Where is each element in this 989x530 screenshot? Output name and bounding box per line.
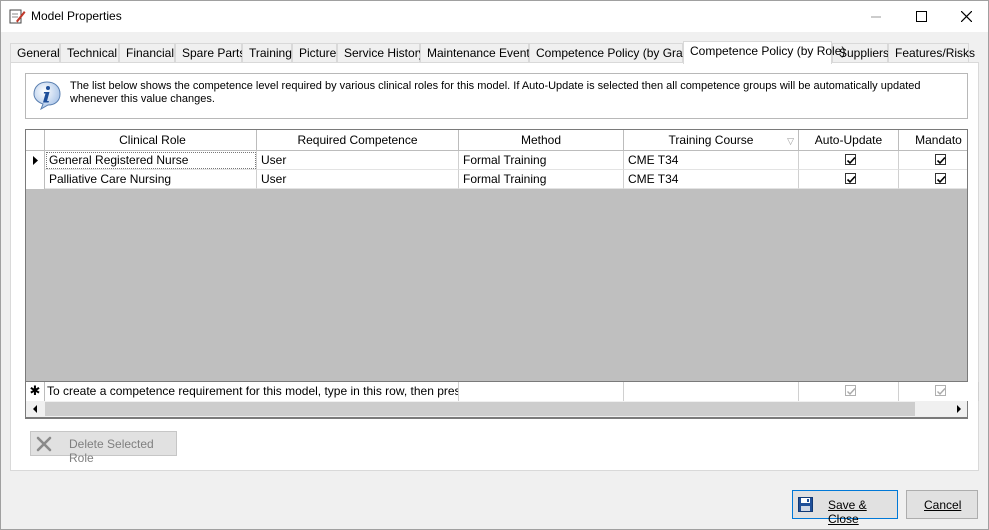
col-header-clinical-role[interactable]: Clinical Role — [45, 130, 257, 150]
filter-icon[interactable]: ▽ — [787, 131, 794, 150]
window-title: Model Properties — [31, 9, 122, 23]
cell-training-course[interactable]: CME T34 — [624, 170, 799, 189]
new-row-training-course[interactable] — [624, 382, 799, 401]
competence-grid: Clinical Role Required Competence Method… — [25, 129, 968, 419]
new-row-mandatory — [899, 382, 979, 401]
cell-method[interactable]: Formal Training — [459, 170, 624, 189]
tab-service-history[interactable]: Service History — [337, 43, 425, 63]
tab-spare-parts[interactable]: Spare Parts — [175, 43, 245, 63]
new-row-hint[interactable]: To create a competence requirement for t… — [45, 382, 459, 401]
tab-competence-by-grade[interactable]: Competence Policy (by Grade) — [529, 43, 700, 63]
scroll-right-icon[interactable] — [950, 401, 967, 417]
info-text: The list below shows the competence leve… — [70, 80, 921, 105]
col-header-auto-update[interactable]: Auto-Update — [799, 130, 899, 150]
current-row-arrow-icon — [33, 156, 38, 165]
save-floppy-icon — [798, 497, 813, 515]
model-properties-window: Model Properties General Technical Finan… — [0, 0, 989, 530]
tab-training[interactable]: Training — [242, 43, 292, 63]
header-selector — [26, 130, 45, 150]
cell-method[interactable]: Formal Training — [459, 151, 624, 170]
save-close-label: Save & Close — [828, 498, 867, 526]
info-icon — [32, 80, 62, 111]
tab-competence-by-role[interactable]: Competence Policy (by Role) — [683, 41, 845, 64]
tab-financial[interactable]: Financial — [119, 43, 175, 63]
save-close-button[interactable]: Save & Close — [792, 490, 898, 526]
grid-header: Clinical Role Required Competence Method… — [26, 130, 967, 151]
cell-auto-update — [799, 151, 899, 170]
info-box: The list below shows the competence leve… — [25, 73, 968, 119]
cell-auto-update — [799, 170, 899, 189]
row-selector[interactable] — [26, 151, 45, 170]
close-button[interactable] — [943, 1, 989, 32]
delete-selected-role-button[interactable]: Delete Selected Role — [30, 431, 177, 465]
cell-required-competence[interactable]: User — [257, 151, 459, 170]
cell-mandatory — [899, 151, 967, 170]
tab-picture[interactable]: Picture — [292, 43, 337, 63]
row-selector[interactable] — [26, 170, 45, 189]
tab-maintenance-events[interactable]: Maintenance Events — [420, 43, 536, 63]
table-row[interactable]: General Registered Nurse User Formal Tra… — [26, 151, 967, 170]
col-header-training-course-label: Training Course — [668, 133, 754, 147]
mandatory-checkbox[interactable] — [935, 173, 946, 184]
col-header-required-competence[interactable]: Required Competence — [257, 130, 459, 150]
scrollbar-thumb[interactable] — [45, 402, 915, 416]
auto-update-checkbox[interactable] — [845, 154, 856, 165]
cell-training-course[interactable]: CME T34 — [624, 151, 799, 170]
table-row[interactable]: Palliative Care Nursing User Formal Trai… — [26, 170, 967, 189]
new-row-selector: ✱ — [26, 382, 45, 401]
tab-features-risks[interactable]: Features/Risks — [888, 43, 975, 63]
tab-general[interactable]: General — [10, 43, 60, 63]
col-header-method[interactable]: Method — [459, 130, 624, 150]
col-header-mandatory[interactable]: Mandato — [899, 130, 967, 150]
new-row-method[interactable] — [459, 382, 624, 401]
cancel-button[interactable]: Cancel — [906, 490, 978, 519]
delete-x-icon — [35, 435, 53, 456]
mandatory-checkbox[interactable] — [935, 154, 946, 165]
maximize-button[interactable] — [898, 1, 944, 32]
auto-update-checkbox[interactable] — [845, 173, 856, 184]
col-header-training-course[interactable]: Training Course ▽ — [624, 130, 799, 150]
app-edit-icon — [9, 8, 26, 25]
new-row-auto-update-checkbox[interactable] — [845, 385, 856, 396]
cell-required-competence[interactable]: User — [257, 170, 459, 189]
title-bar: Model Properties — [1, 1, 988, 32]
minimize-button[interactable] — [853, 1, 899, 32]
new-row[interactable]: ✱ To create a competence requirement for… — [25, 381, 979, 401]
cancel-label: Cancel — [924, 498, 962, 512]
competence-by-role-panel: The list below shows the competence leve… — [10, 62, 979, 471]
tab-technical[interactable]: Technical — [60, 43, 119, 63]
cell-clinical-role[interactable]: Palliative Care Nursing — [45, 170, 257, 189]
cell-mandatory — [899, 170, 967, 189]
cell-clinical-role[interactable]: General Registered Nurse — [45, 151, 257, 170]
delete-selected-role-label: Delete Selected Role — [69, 437, 154, 465]
new-row-mandatory-checkbox[interactable] — [935, 385, 946, 396]
horizontal-scrollbar[interactable] — [25, 401, 968, 418]
scroll-left-icon[interactable] — [26, 401, 43, 417]
new-row-auto-update — [799, 382, 899, 401]
